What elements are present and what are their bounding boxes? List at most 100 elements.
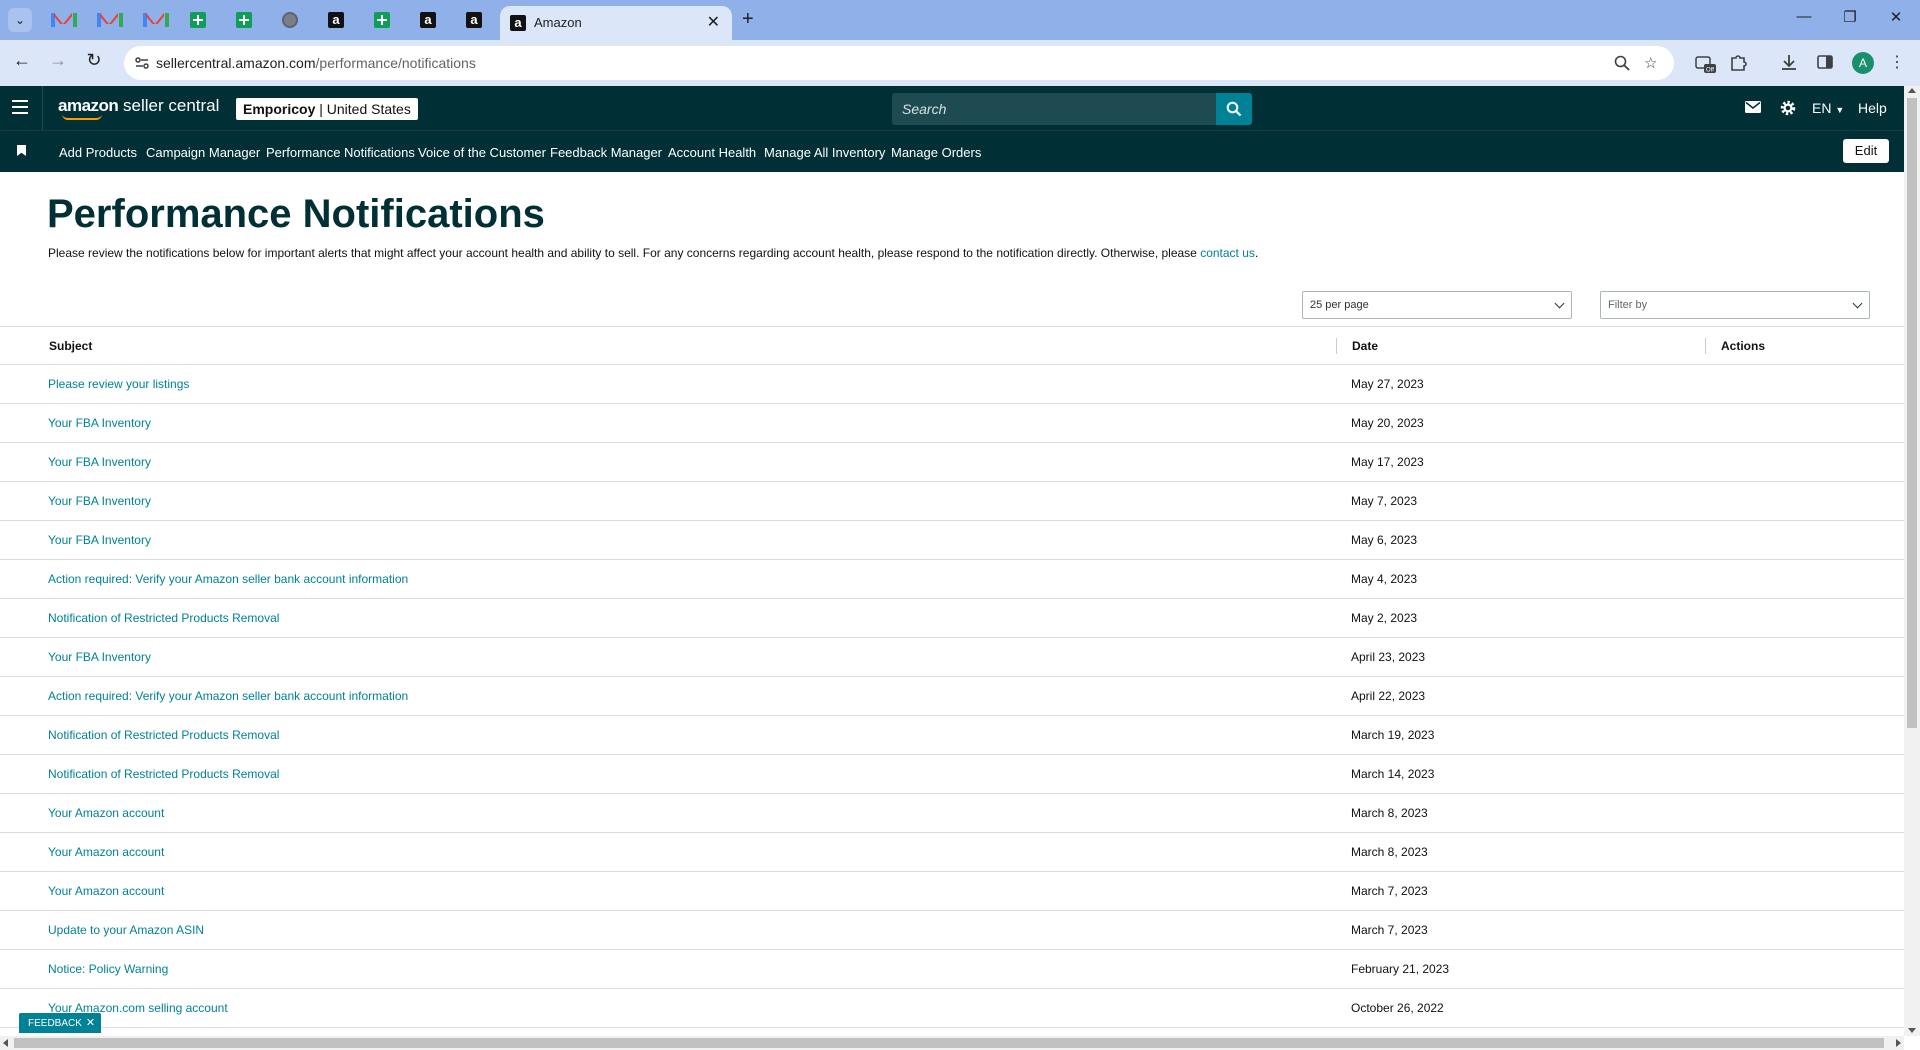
notification-subject-link[interactable]: Your FBA Inventory [48, 533, 151, 547]
notification-subject-link[interactable]: Your FBA Inventory [48, 416, 151, 430]
tab-globe[interactable] [280, 10, 300, 30]
table-row: Your Amazon account March 7, 2023 [0, 872, 1904, 911]
forward-arrow-icon[interactable]: → [46, 50, 70, 71]
table-row: Your Amazon account March 8, 2023 [0, 833, 1904, 872]
column-header-subject[interactable]: Subject [49, 339, 92, 353]
horizontal-scrollbar[interactable] [0, 1036, 1904, 1050]
bookmark-icon[interactable] [17, 145, 26, 156]
language-selector[interactable]: EN ▼ [1812, 100, 1844, 116]
zoom-icon[interactable] [1614, 55, 1630, 71]
hamburger-menu-icon[interactable] [12, 100, 28, 114]
nav-campaign-manager[interactable]: Campaign Manager [146, 145, 260, 160]
table-row: Your FBA Inventory May 20, 2023 [0, 404, 1904, 443]
table-row: Your FBA Inventory May 6, 2023 [0, 521, 1904, 560]
download-icon[interactable] [1778, 52, 1800, 74]
store-switcher[interactable]: Emporicoy | United States [236, 98, 418, 120]
scroll-left-arrow-icon[interactable] [3, 1039, 8, 1047]
notification-subject-link[interactable]: Your Amazon account [48, 884, 164, 898]
table-row: Please review your listings May 27, 2023 [0, 365, 1904, 404]
scroll-up-arrow-icon[interactable] [1908, 88, 1916, 93]
filter-select[interactable]: Filter by [1600, 291, 1870, 319]
gmail-icon [97, 13, 123, 27]
nav-performance-notifications[interactable]: Performance Notifications [266, 145, 415, 160]
horizontal-scroll-thumb[interactable] [14, 1038, 1884, 1048]
nav-account-health[interactable]: Account Health [668, 145, 756, 160]
search-input[interactable] [892, 93, 1216, 125]
column-header-date[interactable]: Date [1352, 339, 1378, 353]
nav-add-products[interactable]: Add Products [59, 145, 137, 160]
mail-icon[interactable] [1745, 101, 1761, 113]
table-header: Subject Date Actions [0, 326, 1904, 365]
per-page-select[interactable]: 25 per page [1302, 291, 1572, 319]
tab-sheets-1[interactable] [188, 10, 208, 30]
tab-sheets-3[interactable] [372, 10, 392, 30]
notification-subject-link[interactable]: Notice: Policy Warning [48, 962, 168, 976]
notification-subject-link[interactable]: Notification of Restricted Products Remo… [48, 767, 279, 781]
scroll-down-arrow-icon[interactable] [1908, 1028, 1916, 1033]
extensions-puzzle-icon[interactable] [1728, 52, 1750, 74]
address-bar[interactable]: sellercentral.amazon.com/performance/not… [124, 46, 1674, 80]
table-row: Action required: Verify your Amazon sell… [0, 560, 1904, 599]
notification-subject-link[interactable]: Your Amazon account [48, 845, 164, 859]
amazon-icon: a [328, 12, 344, 28]
side-panel-icon[interactable] [1814, 52, 1836, 74]
globe-icon [282, 12, 298, 28]
table-row: Notice: Policy Warning February 21, 2023 [0, 950, 1904, 989]
browser-menu-icon[interactable]: ⋮ [1886, 52, 1908, 74]
scroll-right-arrow-icon[interactable] [1896, 1039, 1901, 1047]
table-row: Notification of Restricted Products Remo… [0, 599, 1904, 638]
nav-manage-orders[interactable]: Manage Orders [891, 145, 981, 160]
close-window-icon[interactable]: ✕ [1884, 8, 1908, 26]
notification-date: April 22, 2023 [1351, 689, 1426, 703]
tab-gmail-2[interactable] [96, 10, 123, 30]
tab-sheets-2[interactable] [234, 10, 254, 30]
notification-date: March 7, 2023 [1351, 884, 1428, 898]
minimize-window-icon[interactable]: — [1792, 8, 1816, 25]
notification-subject-link[interactable]: Action required: Verify your Amazon sell… [48, 689, 408, 703]
tab-search-chevron-icon[interactable]: ⌄ [8, 8, 32, 32]
reload-icon[interactable]: ↻ [82, 50, 106, 71]
notification-subject-link[interactable]: Your FBA Inventory [48, 650, 151, 664]
bookmark-star-icon[interactable]: ☆ [1644, 54, 1657, 72]
profile-avatar[interactable]: A [1852, 52, 1874, 74]
site-info-icon[interactable] [134, 55, 150, 71]
notification-subject-link[interactable]: Update to your Amazon ASIN [48, 923, 204, 937]
notification-subject-link[interactable]: Your FBA Inventory [48, 494, 151, 508]
store-name: Emporicoy [243, 101, 316, 117]
active-tab[interactable]: a Amazon ✕ [500, 6, 732, 40]
vertical-scroll-thumb[interactable] [1907, 98, 1917, 728]
notification-subject-link[interactable]: Notification of Restricted Products Remo… [48, 611, 279, 625]
chevron-down-icon: ▼ [1835, 105, 1845, 115]
tab-gmail-3[interactable] [142, 10, 169, 30]
nav-feedback-manager[interactable]: Feedback Manager [550, 145, 662, 160]
restore-window-icon[interactable]: ❐ [1838, 8, 1862, 26]
header-divider [42, 86, 43, 130]
tab-amazon-3[interactable]: a [464, 10, 484, 30]
tab-amazon-1[interactable]: a [326, 10, 346, 30]
new-tab-plus-icon[interactable]: + [742, 8, 754, 31]
vertical-scrollbar[interactable] [1904, 86, 1920, 1036]
close-icon[interactable]: ✕ [86, 1017, 95, 1029]
back-arrow-icon[interactable]: ← [10, 50, 34, 71]
notification-subject-link[interactable]: Notification of Restricted Products Remo… [48, 728, 279, 742]
table-row: Your Amazon account March 8, 2023 [0, 794, 1904, 833]
tab-gmail-1[interactable] [50, 10, 77, 30]
notification-subject-link[interactable]: Your Amazon account [48, 806, 164, 820]
help-link[interactable]: Help [1858, 100, 1887, 116]
sheets-icon [374, 12, 390, 28]
search-button[interactable] [1216, 93, 1252, 125]
tab-amazon-2[interactable]: a [418, 10, 438, 30]
nav-manage-all-inventory[interactable]: Manage All Inventory [764, 145, 885, 160]
contact-us-link[interactable]: contact us [1200, 246, 1255, 260]
settings-gear-icon[interactable] [1779, 99, 1797, 117]
nav-voice-of-the-customer[interactable]: Voice of the Customer [418, 145, 546, 160]
edit-bookmarks-button[interactable]: Edit [1843, 139, 1889, 163]
notification-subject-link[interactable]: Please review your listings [48, 377, 189, 391]
close-tab-icon[interactable]: ✕ [707, 12, 720, 32]
table-row: Your Amazon.com selling account October 2… [0, 989, 1904, 1028]
seller-central-logo[interactable]: amazon seller central [58, 96, 219, 120]
notification-subject-link[interactable]: Action required: Verify your Amazon sell… [48, 572, 408, 586]
notification-subject-link[interactable]: Your FBA Inventory [48, 455, 151, 469]
extension-off-icon[interactable]: Off [1694, 52, 1716, 74]
feedback-tab[interactable]: FEEDBACK ✕ [19, 1013, 102, 1033]
